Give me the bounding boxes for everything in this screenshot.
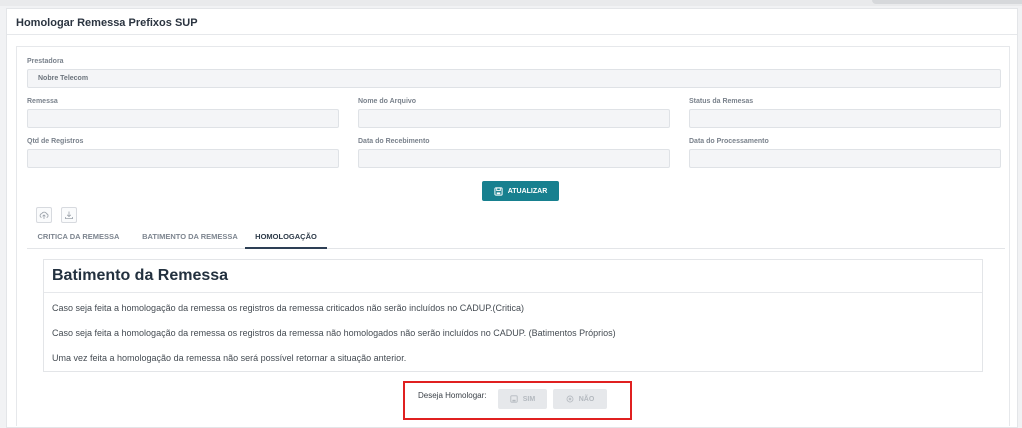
- remessa-field[interactable]: [27, 109, 339, 128]
- panel-line-3: Uma vez feita a homologação da remessa n…: [52, 353, 407, 363]
- prestadora-field[interactable]: Nobre Telecom: [27, 69, 1001, 88]
- download-button[interactable]: [61, 207, 77, 223]
- batimento-panel: Batimento da Remessa Caso seja feita a h…: [43, 259, 983, 372]
- nao-label: NÃO: [578, 395, 595, 403]
- save-icon: [494, 186, 503, 196]
- main-card: Homologar Remessa Prefixos SUP Prestador…: [6, 8, 1018, 428]
- prestadora-label: Prestadora: [27, 58, 64, 65]
- homologar-confirm-box: Deseja Homologar: SIM NÃO: [403, 381, 632, 420]
- remessa-label: Remessa: [27, 98, 58, 105]
- close-circle-icon: [566, 395, 574, 403]
- nome-arquivo-field[interactable]: [358, 109, 670, 128]
- upload-cloud-icon: [39, 211, 49, 219]
- confirm-label: Deseja Homologar:: [418, 391, 487, 400]
- sim-button[interactable]: SIM: [498, 389, 547, 409]
- upload-button[interactable]: [36, 207, 52, 223]
- panel-divider: [44, 292, 982, 293]
- download-icon: [65, 211, 73, 219]
- status-label: Status da Remesas: [689, 98, 754, 105]
- sim-label: SIM: [522, 395, 536, 403]
- atualizar-button[interactable]: ATUALIZAR: [482, 181, 559, 201]
- tab-homologacao[interactable]: HOMOLOGAÇÃO: [245, 228, 327, 249]
- nao-button[interactable]: NÃO: [553, 389, 607, 409]
- page-title: Homologar Remessa Prefixos SUP: [16, 17, 198, 29]
- nome-arquivo-label: Nome do Arquivo: [358, 98, 417, 105]
- panel-title: Batimento da Remessa: [52, 267, 229, 284]
- qtd-registros-field[interactable]: [27, 149, 339, 168]
- tab-batimento[interactable]: BATIMENTO DA REMESSA: [135, 228, 245, 249]
- qtd-registros-label: Qtd de Registros: [27, 138, 84, 145]
- card-header: Homologar Remessa Prefixos SUP: [7, 9, 1017, 35]
- data-processamento-field[interactable]: [689, 149, 1001, 168]
- top-strip: [0, 0, 1022, 6]
- data-recebimento-label: Data do Recebimento: [358, 138, 430, 145]
- data-processamento-label: Data do Processamento: [689, 138, 769, 145]
- panel-line-1: Caso seja feita a homologação da remessa…: [52, 303, 525, 313]
- atualizar-label: ATUALIZAR: [507, 187, 548, 195]
- form-container: Prestadora Nobre Telecom Remessa Nome do…: [16, 46, 1010, 426]
- tab-critica[interactable]: CRITICA DA REMESSA: [30, 228, 127, 249]
- save-icon: [510, 395, 518, 403]
- tab-bar: CRITICA DA REMESSA BATIMENTO DA REMESSA …: [27, 228, 1005, 249]
- status-field[interactable]: [689, 109, 1001, 128]
- data-recebimento-field[interactable]: [358, 149, 670, 168]
- panel-line-2: Caso seja feita a homologação da remessa…: [52, 328, 616, 338]
- top-shadow: [872, 0, 1022, 4]
